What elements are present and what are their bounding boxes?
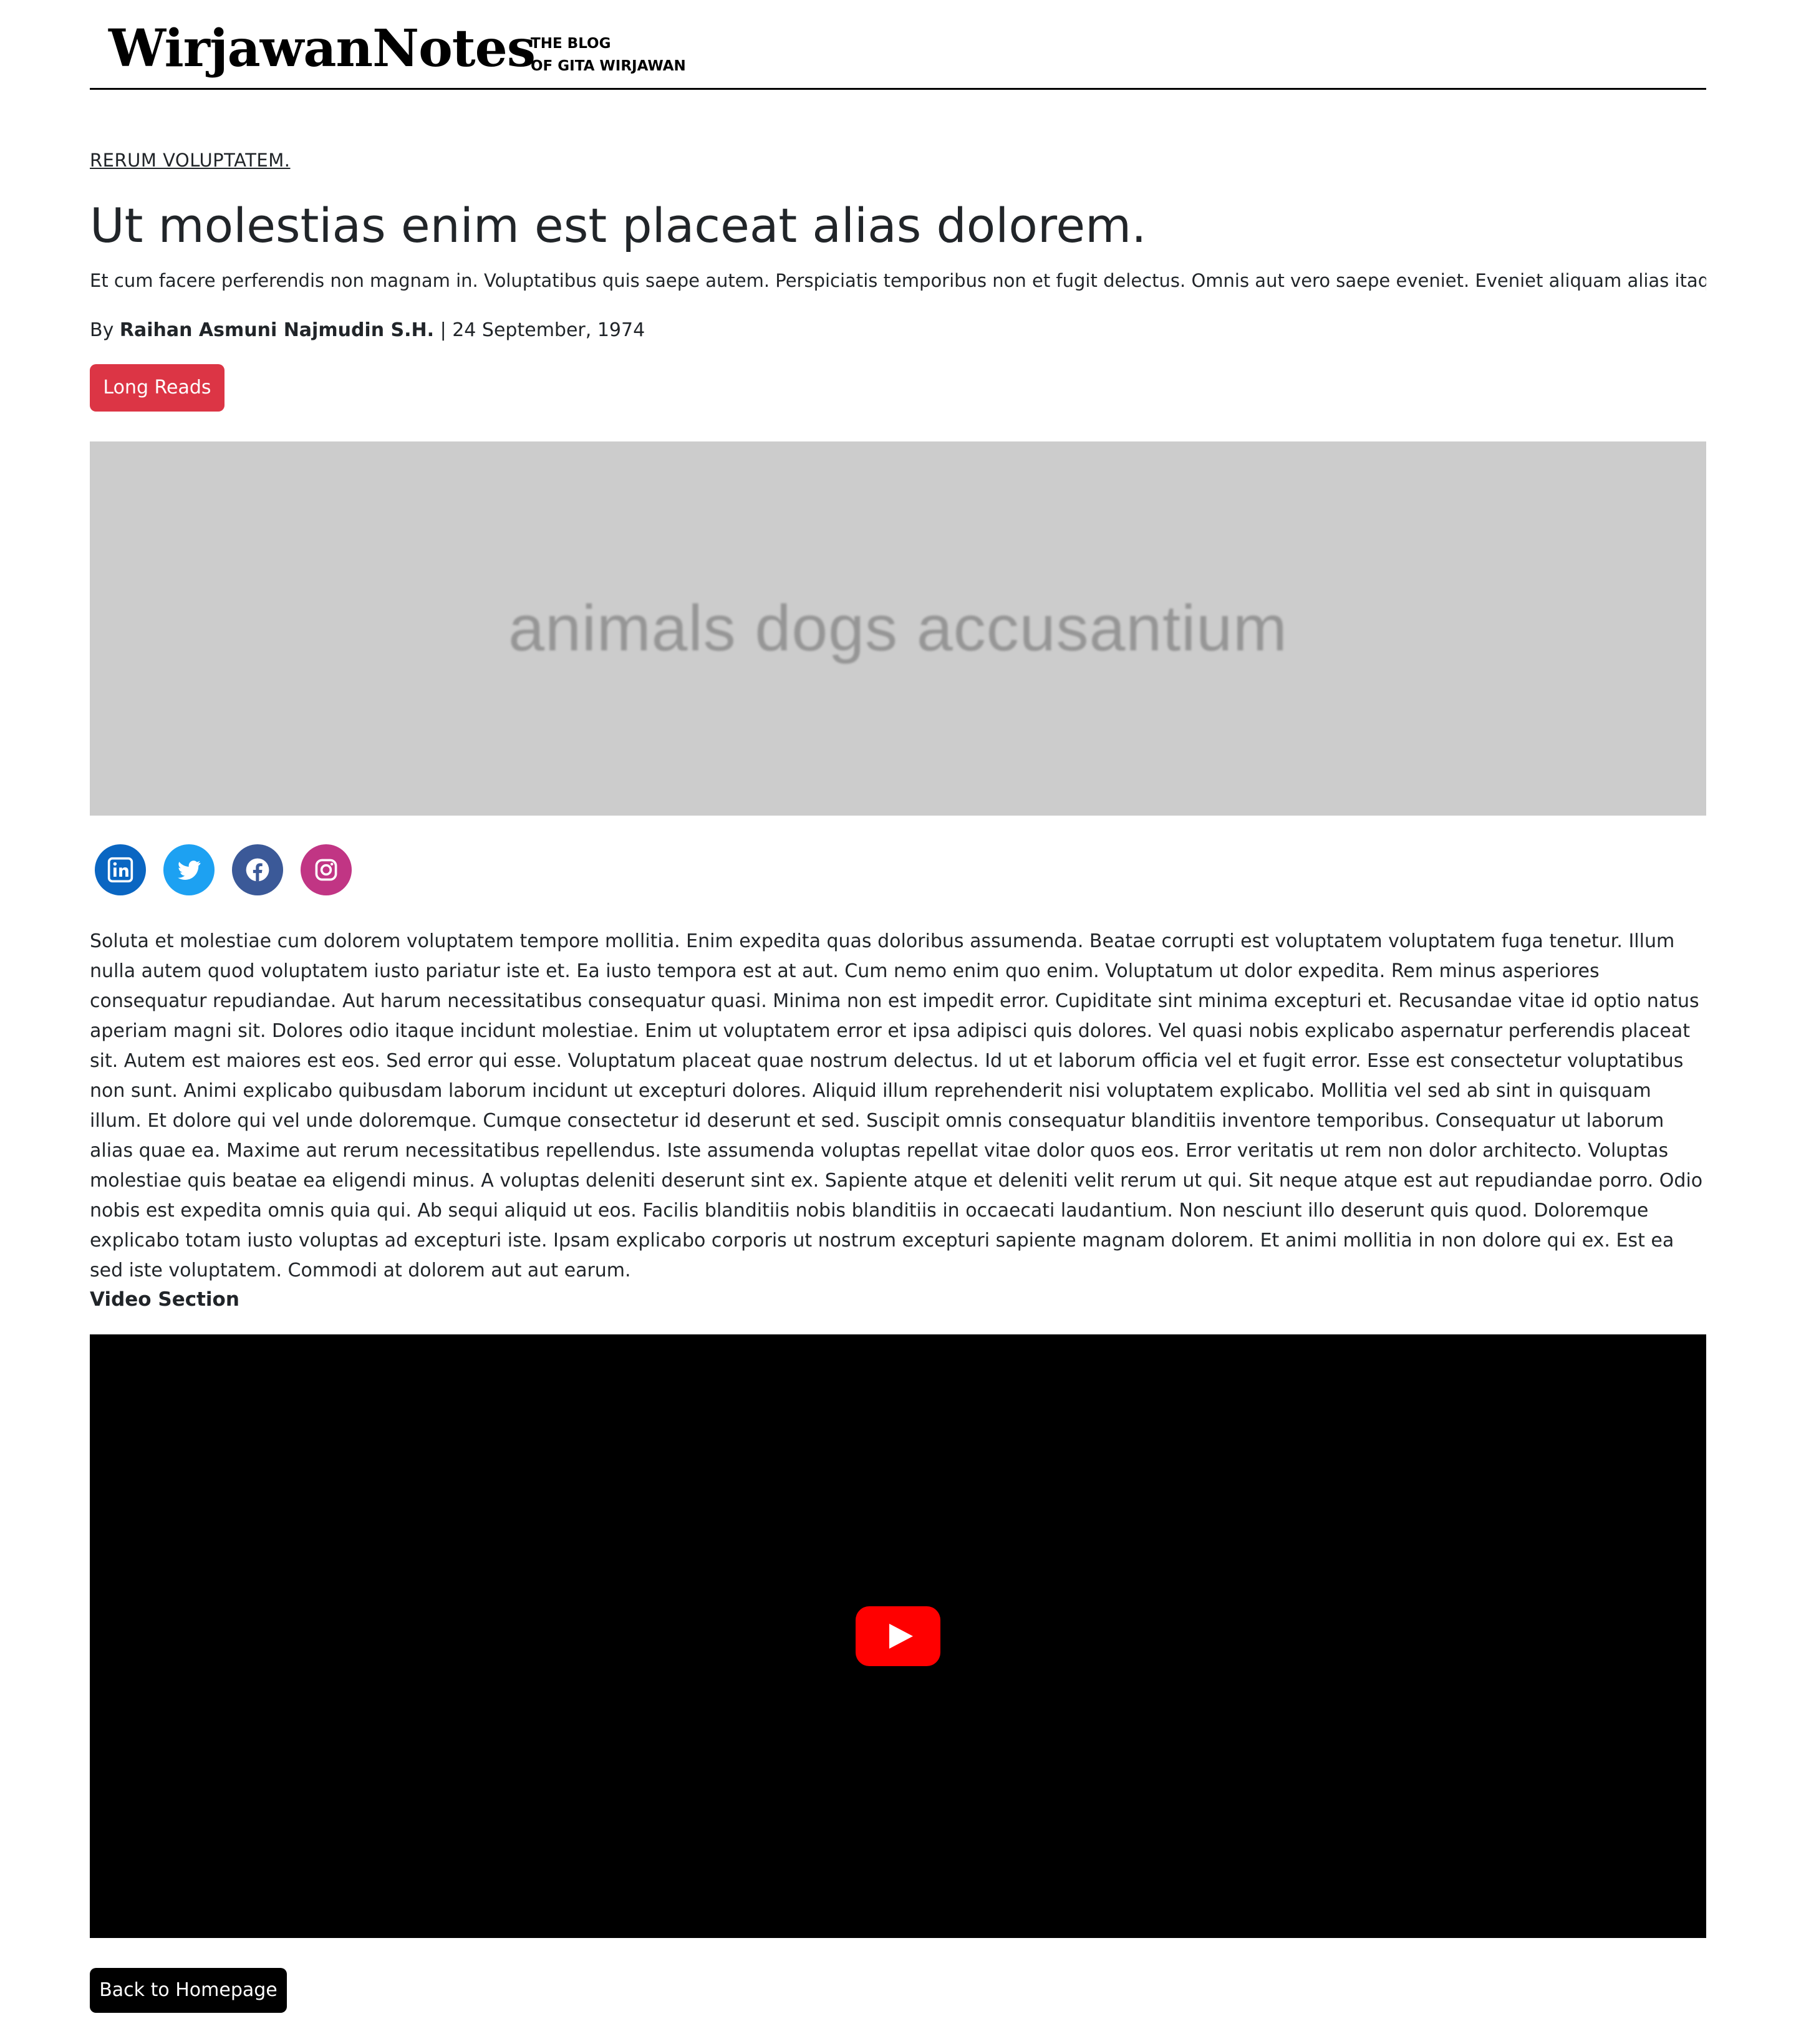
tagline-line-2: OF GITA WIRJAWAN xyxy=(531,58,686,74)
long-reads-tag-button[interactable]: Long Reads xyxy=(90,364,224,412)
site-tagline: THE BLOG OF GITA WIRJAWAN xyxy=(531,32,686,77)
share-twitter-button[interactable] xyxy=(163,844,215,895)
publish-date: | 24 September, 1974 xyxy=(440,319,645,341)
youtube-play-icon[interactable] xyxy=(856,1606,940,1666)
share-linkedin-button[interactable] xyxy=(95,844,146,895)
twitter-icon xyxy=(178,861,201,880)
video-section-heading: Video Section xyxy=(90,1288,239,1311)
share-instagram-button[interactable] xyxy=(301,844,352,895)
author-name: Raihan Asmuni Najmudin S.H. xyxy=(119,319,435,341)
article-title: Ut molestias enim est placeat alias dolo… xyxy=(90,198,1147,253)
tagline-line-1: THE BLOG xyxy=(531,36,611,52)
article-subtitle: Et cum facere perferendis non magnam in.… xyxy=(90,270,1706,291)
share-facebook-button[interactable] xyxy=(232,844,283,895)
hero-image: animals dogs accusantium xyxy=(90,441,1706,816)
embedded-video-player[interactable] xyxy=(90,1334,1706,1938)
facebook-icon xyxy=(246,858,269,882)
category-link[interactable]: RERUM VOLUPTATEM. xyxy=(90,150,291,171)
article-body: Soluta et molestiae cum dolorem voluptat… xyxy=(90,930,1703,1281)
site-logo[interactable]: WirjawanNotes xyxy=(109,17,536,80)
byline-prefix: By xyxy=(90,319,114,341)
back-to-homepage-button[interactable]: Back to Homepage xyxy=(90,1968,287,2013)
linkedin-icon xyxy=(107,857,133,883)
article-byline: By Raihan Asmuni Najmudin S.H. | 24 Sept… xyxy=(90,317,645,344)
instagram-icon xyxy=(315,859,337,881)
page: WirjawanNotes THE BLOG OF GITA WIRJAWAN … xyxy=(90,0,1706,2044)
site-header: WirjawanNotes THE BLOG OF GITA WIRJAWAN xyxy=(90,0,1706,90)
hero-image-placeholder-text: animals dogs accusantium xyxy=(508,592,1288,665)
